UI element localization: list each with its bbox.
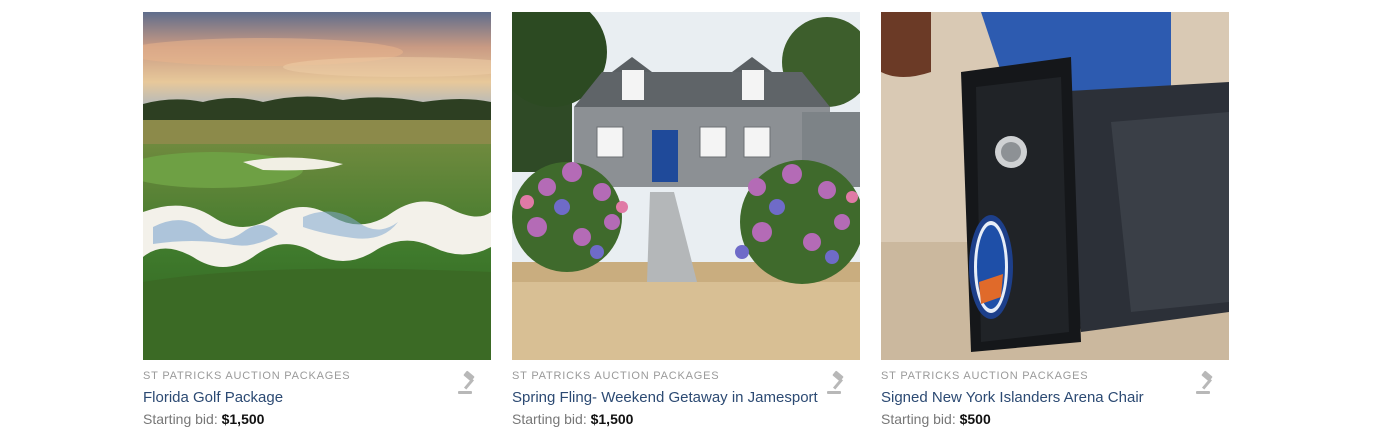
listing-category: ST PATRICKS AUCTION PACKAGES xyxy=(881,370,1089,382)
starting-bid-amount: $500 xyxy=(959,411,991,427)
starting-bid-label: Starting bid: xyxy=(143,411,218,427)
auction-listing-grid: ST PATRICKS AUCTION PACKAGES Florida Gol… xyxy=(143,12,1229,428)
arena-chair-photo xyxy=(881,12,1229,360)
starting-bid: Starting bid: $1,500 xyxy=(512,410,860,428)
gavel-icon[interactable] xyxy=(1193,370,1219,396)
gavel-icon[interactable] xyxy=(824,370,850,396)
starting-bid-label: Starting bid: xyxy=(512,411,587,427)
listing-card-golf[interactable]: ST PATRICKS AUCTION PACKAGES Florida Gol… xyxy=(143,12,491,428)
listing-title[interactable]: Florida Golf Package xyxy=(143,389,491,407)
starting-bid: Starting bid: $1,500 xyxy=(143,410,491,428)
listing-image-getaway[interactable] xyxy=(512,12,860,360)
listing-image-golf[interactable] xyxy=(143,12,491,360)
golf-course-photo xyxy=(143,12,491,360)
starting-bid-label: Starting bid: xyxy=(881,411,956,427)
house-hydrangeas-photo xyxy=(512,12,860,360)
listing-title[interactable]: Spring Fling- Weekend Getaway in Jamespo… xyxy=(512,389,860,407)
listing-card-getaway[interactable]: ST PATRICKS AUCTION PACKAGES Spring Flin… xyxy=(512,12,860,428)
listing-category: ST PATRICKS AUCTION PACKAGES xyxy=(512,370,720,382)
listing-category: ST PATRICKS AUCTION PACKAGES xyxy=(143,370,351,382)
starting-bid-amount: $1,500 xyxy=(590,411,634,427)
listing-title[interactable]: Signed New York Islanders Arena Chair xyxy=(881,389,1229,407)
starting-bid-amount: $1,500 xyxy=(221,411,265,427)
listing-card-chair[interactable]: ST PATRICKS AUCTION PACKAGES Signed New … xyxy=(881,12,1229,428)
gavel-icon[interactable] xyxy=(455,370,481,396)
starting-bid: Starting bid: $500 xyxy=(881,410,1229,428)
listing-image-chair[interactable] xyxy=(881,12,1229,360)
